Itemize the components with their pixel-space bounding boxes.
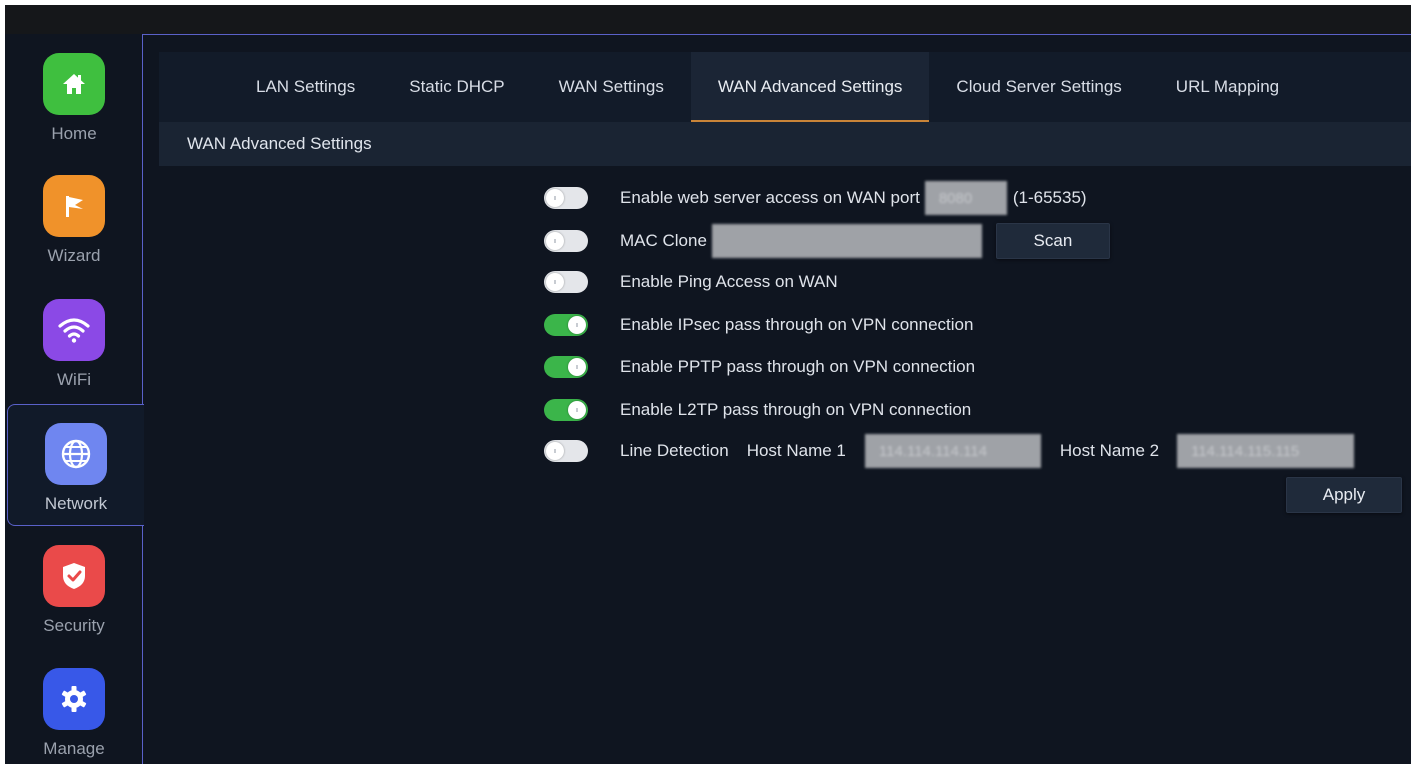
ipsec-row: Enable IPsec pass through on VPN connect… — [544, 308, 973, 342]
line-detection-toggle[interactable] — [544, 440, 588, 462]
web-server-row: Enable web server access on WAN port 808… — [544, 181, 1087, 215]
l2tp-toggle[interactable] — [544, 399, 588, 421]
sidebar-item-wizard[interactable]: Wizard — [5, 156, 143, 278]
wan-port-input[interactable]: 8080 — [924, 181, 1007, 215]
flag-icon — [43, 175, 105, 237]
main-content: LAN Settings Static DHCP WAN Settings WA… — [143, 34, 1411, 764]
gear-icon — [43, 668, 105, 730]
host-name-1-input[interactable]: 114.114.114.114 — [864, 434, 1041, 468]
home-icon — [43, 53, 105, 115]
host-name-2-label: Host Name 2 — [1059, 441, 1160, 460]
mac-clone-label: MAC Clone — [620, 231, 707, 250]
wifi-icon — [43, 299, 105, 361]
sidebar: Home Wizard WiFi Network Security Manage — [5, 34, 144, 764]
port-range-hint: (1-65535) — [1012, 188, 1087, 207]
ping-label: Enable Ping Access on WAN — [620, 272, 838, 291]
sidebar-item-home[interactable]: Home — [5, 34, 143, 156]
host-name-2-input[interactable]: 114.114.115.115 — [1177, 434, 1355, 468]
ipsec-toggle[interactable] — [544, 314, 588, 336]
globe-icon — [45, 423, 107, 485]
ping-toggle[interactable] — [544, 271, 588, 293]
l2tp-label: Enable L2TP pass through on VPN connecti… — [620, 400, 972, 419]
sidebar-item-label: WiFi — [57, 370, 91, 389]
ping-row: Enable Ping Access on WAN — [544, 265, 838, 299]
sidebar-item-label: Wizard — [47, 246, 101, 265]
host-name-1-label: Host Name 1 — [746, 441, 846, 460]
sidebar-item-label: Manage — [43, 739, 105, 758]
sidebar-item-security[interactable]: Security — [5, 526, 143, 648]
router-admin-app: Home Wizard WiFi Network Security Manage… — [5, 5, 1411, 764]
ipsec-label: Enable IPsec pass through on VPN connect… — [620, 315, 974, 334]
line-detection-label: Line Detection — [620, 441, 729, 460]
settings-form: Enable web server access on WAN port 808… — [143, 35, 1411, 764]
sidebar-item-network[interactable]: Network — [7, 404, 144, 526]
scan-button[interactable]: Scan — [995, 223, 1110, 259]
pptp-row: Enable PPTP pass through on VPN connecti… — [544, 350, 975, 384]
sidebar-item-manage[interactable]: Manage — [5, 649, 143, 764]
pptp-label: Enable PPTP pass through on VPN connecti… — [620, 357, 976, 376]
shield-icon — [43, 545, 105, 607]
pptp-toggle[interactable] — [544, 356, 588, 378]
apply-button[interactable]: Apply — [1286, 477, 1402, 513]
mac-clone-toggle[interactable] — [544, 230, 588, 252]
mac-address-input[interactable] — [711, 224, 982, 258]
l2tp-row: Enable L2TP pass through on VPN connecti… — [544, 393, 971, 427]
line-detection-row: Line Detection Host Name 1 114.114.114.1… — [544, 434, 1355, 468]
web-server-label: Enable web server access on WAN port — [620, 188, 920, 207]
sidebar-item-wifi[interactable]: WiFi — [5, 280, 143, 402]
web-server-toggle[interactable] — [544, 187, 588, 209]
mac-clone-row: MAC Clone Scan — [544, 223, 1110, 259]
top-bar — [5, 5, 1411, 34]
sidebar-item-label: Security — [43, 616, 105, 635]
sidebar-item-label: Home — [51, 124, 97, 143]
sidebar-item-label: Network — [44, 494, 108, 513]
